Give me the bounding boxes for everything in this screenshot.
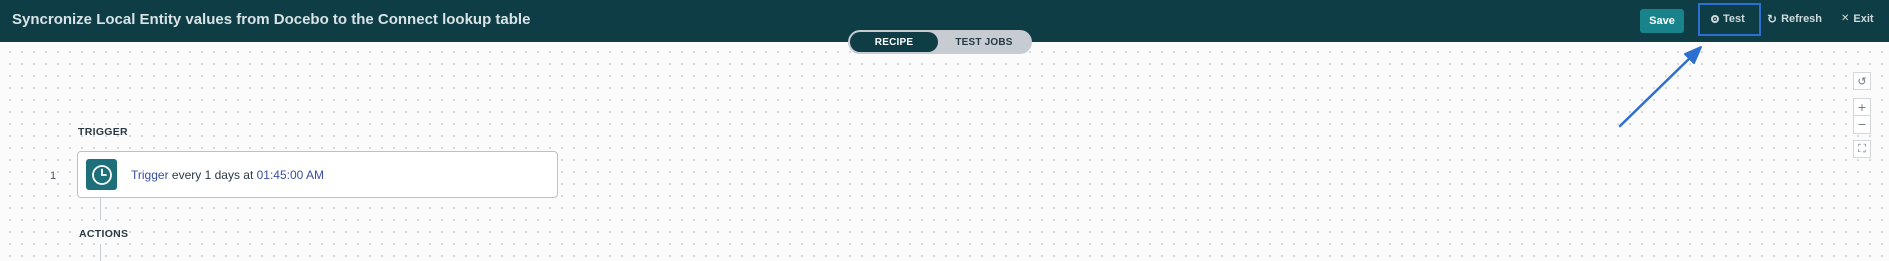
trigger-schedule-text: every 1 days at xyxy=(168,167,257,182)
step-number: 1 xyxy=(50,170,57,182)
refresh-label: Refresh xyxy=(1781,13,1823,25)
zoom-in-icon[interactable]: + xyxy=(1853,98,1871,116)
trigger-step-card[interactable]: Trigger every 1 days at 01:45:00 AM xyxy=(77,151,558,198)
step-connector xyxy=(100,198,101,220)
canvas-controls: ↺ + − ⛶ xyxy=(1853,72,1871,158)
close-icon: ✕ xyxy=(1841,13,1850,24)
refresh-icon: ↻ xyxy=(1767,12,1778,26)
actions-section-heading: ACTIONS xyxy=(79,228,129,240)
test-icon xyxy=(1711,15,1719,23)
recipe-title: Syncronize Local Entity values from Doce… xyxy=(12,11,531,28)
tab-recipe[interactable]: RECIPE xyxy=(850,32,938,52)
test-label: Test xyxy=(1723,13,1745,25)
recipe-editor-canvas: Syncronize Local Entity values from Doce… xyxy=(0,0,1889,261)
exit-label: Exit xyxy=(1853,13,1874,25)
test-button[interactable]: Test xyxy=(1711,13,1745,25)
save-button[interactable]: Save xyxy=(1640,9,1684,33)
trigger-time: 01:45:00 AM xyxy=(256,167,325,182)
reset-view-icon[interactable]: ↺ xyxy=(1853,72,1871,90)
zoom-out-icon[interactable]: − xyxy=(1853,116,1871,134)
trigger-summary: Trigger every 1 days at 01:45:00 AM xyxy=(131,168,324,182)
fit-to-screen-icon[interactable]: ⛶ xyxy=(1853,140,1871,158)
step-connector xyxy=(100,244,101,261)
refresh-button[interactable]: ↻ Refresh xyxy=(1767,13,1822,25)
trigger-section-heading: TRIGGER xyxy=(78,126,128,138)
exit-button[interactable]: ✕ Exit xyxy=(1841,13,1874,25)
tab-test-jobs[interactable]: TEST JOBS xyxy=(938,32,1030,52)
clock-icon xyxy=(86,159,117,190)
zoom-controls: + − xyxy=(1853,98,1871,134)
view-toggle: RECIPE TEST JOBS xyxy=(848,30,1032,54)
trigger-keyword: Trigger xyxy=(131,167,169,182)
